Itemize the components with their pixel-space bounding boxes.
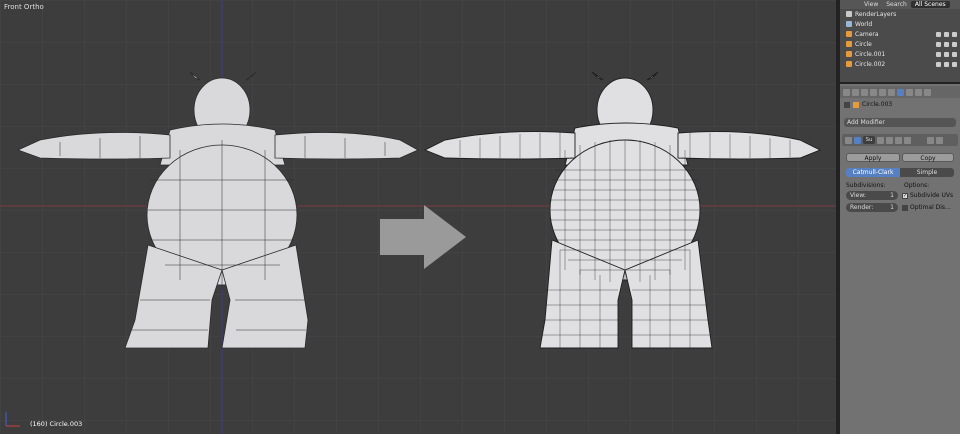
3d-viewport[interactable]: Front Ortho (160) Circle.003 [0,0,836,434]
mesh-icon [846,61,852,67]
outliner-row[interactable]: RenderLayers [840,9,960,19]
pin-icon[interactable] [844,101,850,108]
outliner-row[interactable]: Camera [840,29,960,39]
apply-button[interactable]: Apply [846,153,900,162]
active-object-label: (160) Circle.003 [30,420,83,428]
properties-tabs [840,86,960,98]
outliner-row[interactable]: World [840,19,960,29]
cage-toggle-icon[interactable] [904,136,911,144]
cursor-icon[interactable] [944,61,949,67]
cursor-icon[interactable] [944,31,949,37]
camera-icon [846,31,852,37]
data-tab-icon[interactable] [906,88,913,96]
catmull-clark-button[interactable]: Catmull-Clark [846,168,900,177]
breadcrumb: Circle.003 [844,101,892,108]
checkbox-empty-icon [902,204,908,211]
scene-tab-icon[interactable] [861,88,868,96]
view-label: Front Ortho [4,3,44,11]
outliner-tab-view[interactable]: View [860,1,882,8]
render-tab-icon[interactable] [843,88,850,96]
object-icon [853,101,859,108]
eye-icon[interactable] [936,61,941,67]
add-modifier-dropdown[interactable]: Add Modifier [844,118,956,127]
render-levels-field[interactable]: Render: 1 [846,203,898,212]
outliner-row[interactable]: Circle [840,39,960,49]
eye-icon[interactable] [936,31,941,37]
subdivisions-label: Subdivisions: [846,182,886,189]
optimal-display-checkbox[interactable]: Optimal Dis... [902,204,951,211]
mesh-icon [846,41,852,47]
collapse-icon[interactable] [845,136,852,144]
subsurf-icon [854,136,861,144]
copy-button[interactable]: Copy [902,153,954,162]
modifier-name-field[interactable]: Su [863,136,875,144]
world-tab-icon[interactable] [870,88,877,96]
render-layers-icon [846,11,852,17]
constraints-tab-icon[interactable] [888,88,895,96]
outliner-tab-search[interactable]: Search [882,1,911,8]
modifier-header: Su [842,134,958,146]
eye-icon[interactable] [936,51,941,57]
simple-button[interactable]: Simple [900,168,954,177]
properties-panel: View Search All Scenes RenderLayers Worl… [840,0,960,434]
arrow-right-icon [380,205,466,269]
cursor-icon[interactable] [944,41,949,47]
render-icon[interactable] [952,61,957,67]
render-toggle-icon[interactable] [886,136,893,144]
object-tab-icon[interactable] [879,88,886,96]
move-up-icon[interactable] [927,136,934,144]
subdivide-uvs-checkbox[interactable]: ✓ Subdivide UVs [902,192,953,199]
render-icon[interactable] [952,41,957,47]
object-name: Circle.003 [862,101,893,108]
eye-icon[interactable] [936,41,941,47]
texture-tab-icon[interactable] [924,88,931,96]
outliner: View Search All Scenes RenderLayers Worl… [840,0,960,84]
outliner-header: View Search All Scenes [840,0,960,9]
check-icon: ✓ [902,192,908,199]
realtime-toggle-icon[interactable] [895,136,902,144]
render-icon[interactable] [952,51,957,57]
modifiers-tab-icon[interactable] [897,88,904,96]
outliner-row[interactable]: Circle.001 [840,49,960,59]
outliner-display-mode[interactable]: All Scenes [910,1,950,8]
layers-tab-icon[interactable] [852,88,859,96]
material-tab-icon[interactable] [915,88,922,96]
mesh-icon [846,51,852,57]
axis-gizmo-icon [5,412,20,427]
world-icon [846,21,852,27]
editmode-toggle-icon[interactable] [877,136,884,144]
render-icon[interactable] [952,31,957,37]
view-levels-field[interactable]: View: 1 [846,191,898,200]
close-icon[interactable] [936,136,943,144]
cursor-icon[interactable] [944,51,949,57]
outliner-row[interactable]: Circle.002 [840,59,960,69]
options-label: Options: [904,182,930,189]
